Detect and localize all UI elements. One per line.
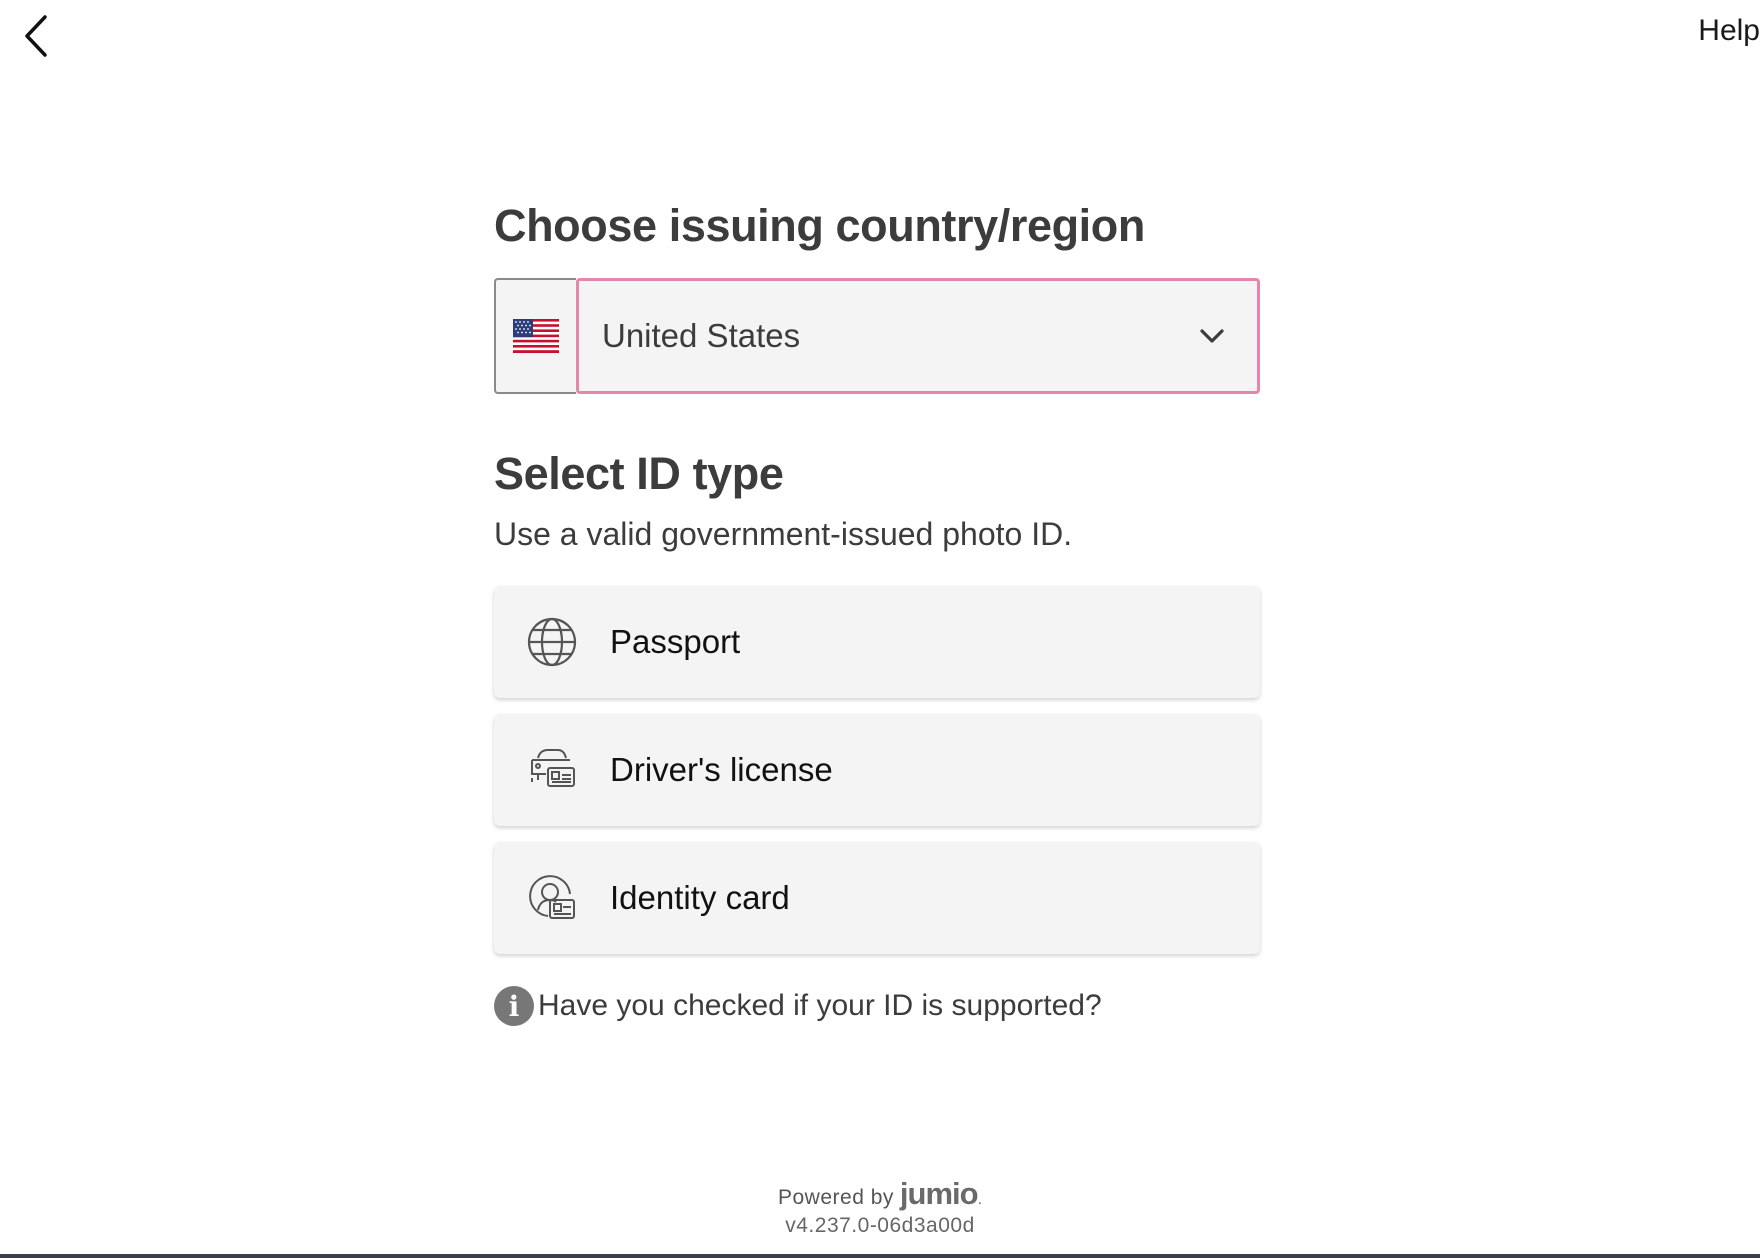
- footer: Powered by jumio. v4.237.0-06d3a00d: [0, 1176, 1760, 1238]
- id-supported-link[interactable]: i Have you checked if your ID is support…: [494, 986, 1260, 1026]
- car-license-icon: [526, 744, 578, 796]
- help-link[interactable]: Help: [1698, 14, 1760, 48]
- id-option-label: Identity card: [610, 879, 790, 916]
- info-icon: i: [494, 986, 534, 1026]
- version-label: v4.237.0-06d3a00d: [785, 1214, 975, 1237]
- powered-by-text: Powered by: [777, 1186, 894, 1209]
- flag-box: [494, 278, 576, 394]
- id-supported-text: Have you checked if your ID is supported…: [538, 989, 1102, 1022]
- id-option-label: Passport: [610, 623, 741, 660]
- powered-by: Powered by jumio.: [0, 1176, 1760, 1212]
- id-type-list: Passport Driver's license Identity card: [494, 586, 1260, 954]
- main-content: Choose issuing country/region United Sta…: [494, 196, 1260, 1026]
- id-option-drivers-license[interactable]: Driver's license: [494, 714, 1260, 826]
- chevron-down-icon: [1200, 329, 1224, 343]
- id-option-label: Driver's license: [610, 751, 833, 788]
- bottom-bar: [0, 1254, 1760, 1258]
- us-flag-icon: [513, 319, 559, 353]
- id-option-passport[interactable]: Passport: [494, 586, 1260, 698]
- id-type-heading: Select ID type: [494, 448, 784, 499]
- jumio-logo: jumio: [899, 1176, 979, 1211]
- id-type-subtitle: Use a valid government-issued photo ID.: [494, 516, 1073, 552]
- country-dropdown[interactable]: United States: [576, 278, 1260, 394]
- logo-dot: .: [977, 1191, 983, 1208]
- page: Help Choose issuing country/region Unite…: [0, 0, 1760, 1258]
- globe-icon: [526, 616, 578, 668]
- back-button[interactable]: [16, 8, 56, 64]
- id-option-identity-card[interactable]: Identity card: [494, 842, 1260, 954]
- person-card-icon: [526, 872, 578, 924]
- country-value: United States: [602, 317, 801, 354]
- country-selector: United States: [494, 278, 1260, 394]
- chevron-left-icon: [25, 15, 47, 57]
- country-heading: Choose issuing country/region: [494, 200, 1145, 251]
